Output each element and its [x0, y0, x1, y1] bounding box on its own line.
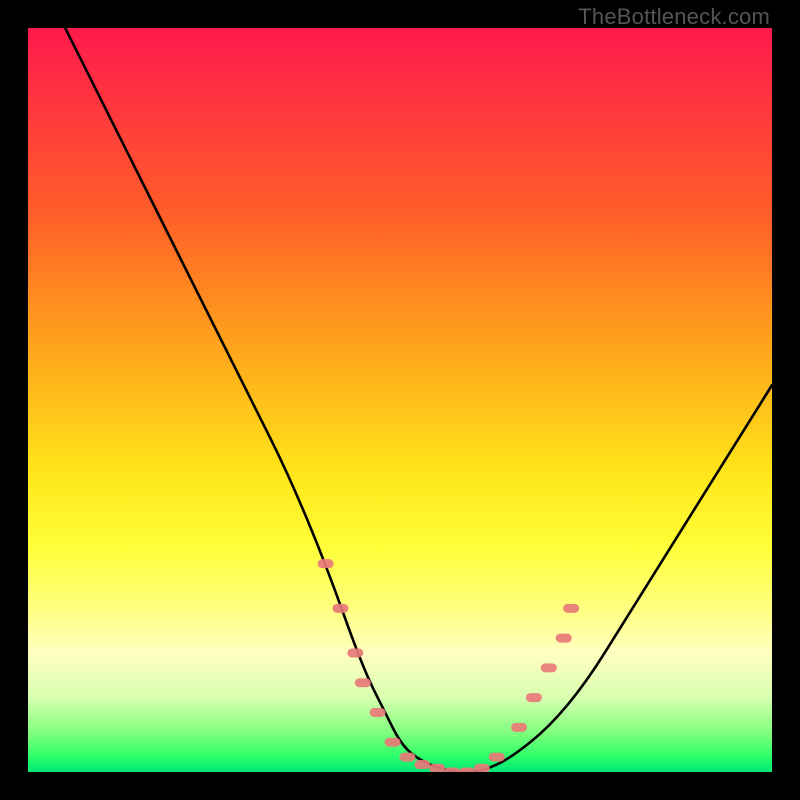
marker: [474, 764, 490, 772]
marker: [556, 634, 572, 643]
marker: [385, 738, 401, 747]
marker: [332, 604, 348, 613]
marker: [526, 693, 542, 702]
marker: [459, 768, 475, 773]
marker: [444, 768, 460, 773]
chart-container: TheBottleneck.com: [0, 0, 800, 800]
marker: [489, 753, 505, 762]
curve-svg: [28, 28, 772, 772]
marker: [511, 723, 527, 732]
marker: [414, 760, 430, 769]
marker: [370, 708, 386, 717]
marker: [399, 753, 415, 762]
marker: [541, 663, 557, 672]
watermark-text: TheBottleneck.com: [578, 4, 770, 30]
curve-line: [65, 28, 772, 772]
marker: [347, 648, 363, 657]
bottleneck-curve: [65, 28, 772, 772]
curve-markers: [318, 559, 580, 772]
marker: [355, 678, 371, 687]
marker: [563, 604, 579, 613]
marker: [318, 559, 334, 568]
marker: [429, 764, 445, 772]
plot-area: [28, 28, 772, 772]
